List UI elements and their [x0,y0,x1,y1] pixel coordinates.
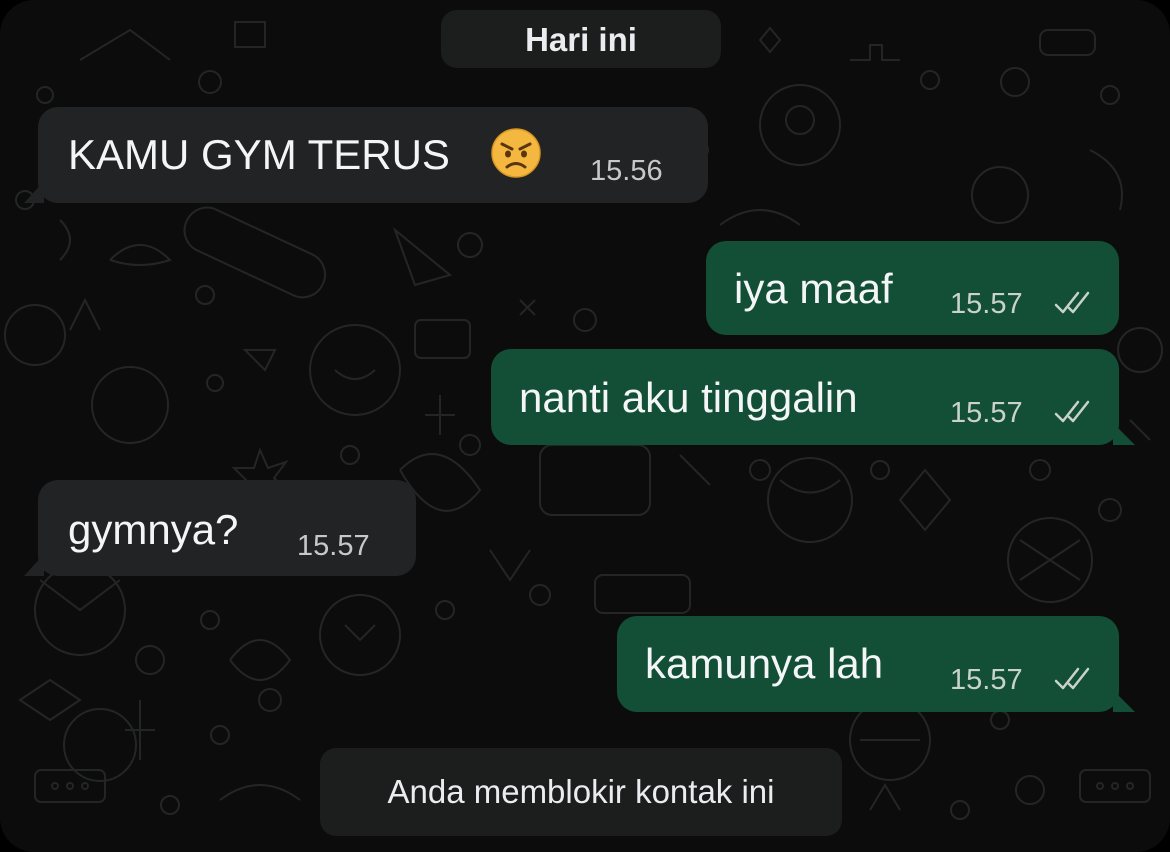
blocked-contact-notice[interactable]: Anda memblokir kontak ini [320,748,842,836]
message-bubble-incoming[interactable]: gymnya? 15.57 [24,480,416,576]
message-text: nanti aku tinggalin [519,374,858,421]
message-text: gymnya? [68,506,239,553]
message-time: 15.57 [950,397,1023,429]
message-time: 15.57 [950,288,1023,320]
message-time: 15.57 [950,664,1023,696]
chat-window: Hari ini KAMU GYM TERUS 15.56 iya maaf 1… [0,0,1170,852]
bubble-tail [24,181,44,203]
read-receipt-icon [1054,667,1090,690]
message-text: kamunya lah [645,640,884,687]
read-receipt-icon [1054,400,1090,423]
message-bubble-outgoing[interactable]: nanti aku tinggalin 15.57 [491,349,1135,445]
message-text: KAMU GYM TERUS [68,131,450,178]
bubble-tail [1113,423,1135,445]
date-separator: Hari ini [441,10,721,68]
message-bubble-outgoing[interactable]: iya maaf 15.57 [706,241,1119,335]
angry-face-icon [491,128,541,178]
message-time: 15.57 [297,530,370,562]
read-receipt-icon [1054,291,1090,314]
message-time: 15.56 [590,155,663,187]
bubble-tail [1113,690,1135,712]
message-text: iya maaf [734,265,893,312]
bubble-tail [24,554,44,576]
message-bubble-outgoing[interactable]: kamunya lah 15.57 [617,616,1135,712]
message-bubble-incoming[interactable]: KAMU GYM TERUS 15.56 [24,107,708,203]
